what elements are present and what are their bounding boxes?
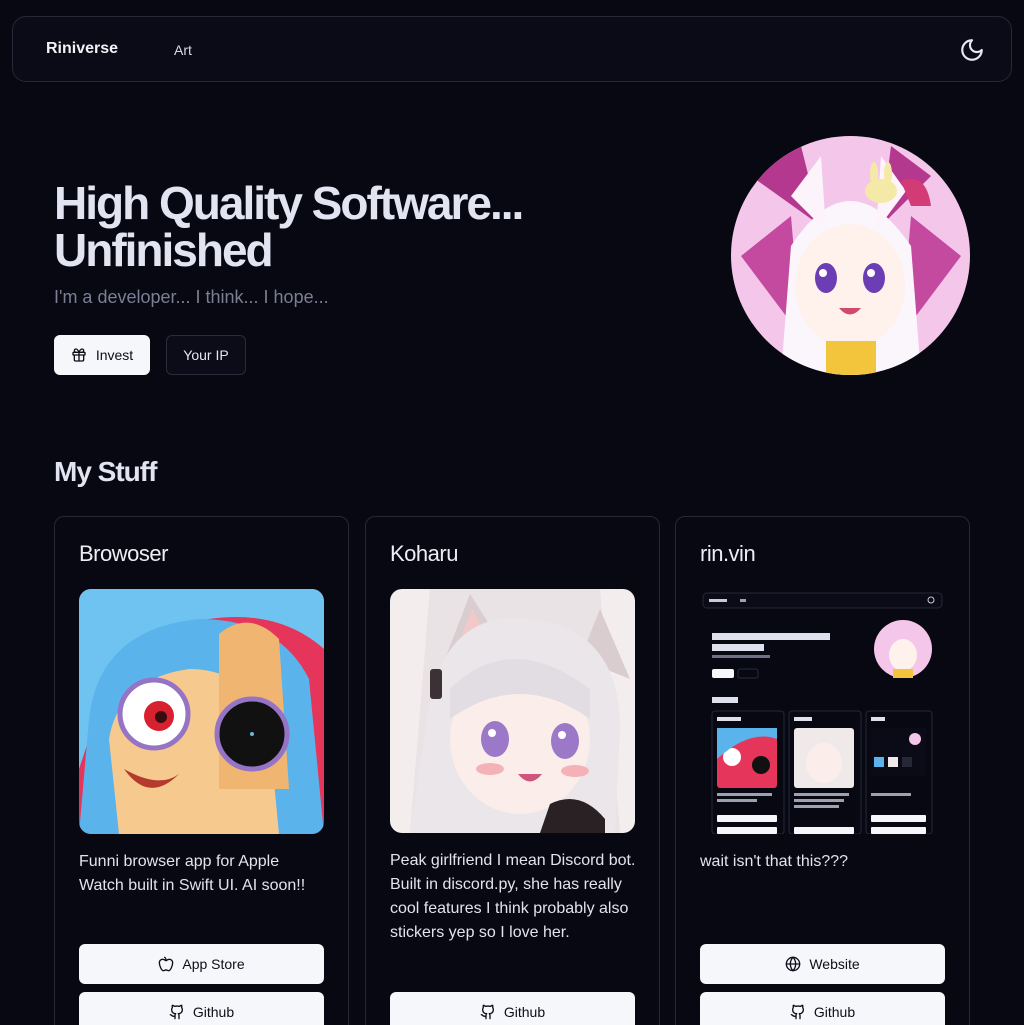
theme-toggle-button[interactable]: [959, 37, 985, 63]
moon-icon: [961, 39, 983, 61]
navbar: Riniverse Art: [12, 16, 1012, 82]
invest-label: Invest: [95, 347, 134, 363]
invest-button[interactable]: Invest: [54, 335, 150, 375]
github-icon: [169, 1004, 183, 1020]
card-description: Funni browser app for Apple Watch built …: [79, 853, 306, 894]
github-label: Github: [813, 1004, 856, 1020]
hero-title: High Quality Software... Unfinished: [54, 177, 524, 276]
apple-icon: [159, 956, 174, 972]
globe-icon: [785, 956, 801, 972]
app-store-label: App Store: [182, 956, 245, 972]
hero-subtitle: I'm a developer... I think... I hope...: [54, 287, 329, 307]
github-button[interactable]: Github: [79, 992, 324, 1025]
avatar: [731, 136, 970, 375]
card-title: rin.vin: [700, 541, 756, 566]
website-label: Website: [809, 956, 860, 972]
github-icon: [790, 1004, 804, 1020]
card-image-site-preview: [700, 589, 945, 834]
website-button[interactable]: Website: [700, 944, 945, 984]
card-title: Browoser: [79, 541, 168, 566]
nav-link-art[interactable]: Art: [174, 42, 192, 58]
your-ip-button[interactable]: Your IP: [166, 335, 246, 375]
github-button[interactable]: Github: [390, 992, 635, 1025]
gift-icon: [72, 348, 86, 362]
section-title: My Stuff: [54, 456, 157, 487]
card-description: wait isn't that this???: [700, 853, 849, 870]
project-card-browoser: Browoser Funni browser app for Apple Wat…: [54, 516, 349, 1025]
project-card-rin-vin: rin.vin wait isn't that this??? Website …: [675, 516, 970, 1025]
your-ip-label: Your IP: [183, 347, 229, 363]
github-button[interactable]: Github: [700, 992, 945, 1025]
github-label: Github: [503, 1004, 546, 1020]
app-store-button[interactable]: App Store: [79, 944, 324, 984]
card-image: [79, 589, 324, 834]
github-icon: [480, 1004, 494, 1020]
github-label: Github: [192, 1004, 235, 1020]
card-image: [390, 589, 635, 833]
card-description: Peak girlfriend I mean Discord bot. Buil…: [390, 852, 636, 941]
brand-link[interactable]: Riniverse: [46, 40, 118, 58]
card-title: Koharu: [390, 541, 458, 566]
project-card-koharu: Koharu Peak girlfriend I mean Discord bo…: [365, 516, 660, 1025]
